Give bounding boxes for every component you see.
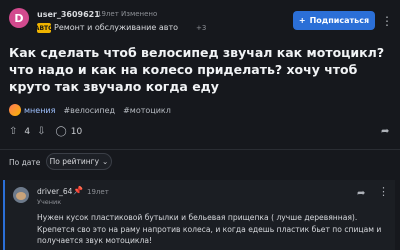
author-username[interactable]: user_3609621 bbox=[37, 10, 100, 19]
pin-icon: 📌 bbox=[73, 186, 83, 195]
tag-mneniya-label: мнения bbox=[24, 105, 56, 115]
answer-author-age: 19лет bbox=[87, 188, 109, 196]
tag-list: мнения #велосипед #мотоцикл bbox=[9, 104, 171, 116]
comment-icon: ◯ bbox=[55, 126, 67, 137]
comments-count: 10 bbox=[70, 126, 83, 137]
post-actions: ⇧ 4 ⇩ ◯ 10 bbox=[9, 126, 82, 137]
tag-bicycle[interactable]: #велосипед bbox=[63, 106, 115, 115]
category-icon: АВТО bbox=[34, 23, 54, 33]
category-link[interactable]: Ремонт и обслуживание авто bbox=[54, 23, 178, 32]
sort-by-rating-dropdown[interactable]: По рейтингу ⌄ bbox=[46, 153, 112, 170]
comments-button[interactable]: ◯ 10 bbox=[56, 126, 83, 137]
vote-control: ⇧ 4 ⇩ bbox=[9, 126, 46, 137]
subscribe-label: Подписаться bbox=[309, 16, 370, 25]
answer-author-avatar[interactable] bbox=[13, 187, 29, 203]
share-icon[interactable]: ➦ bbox=[381, 126, 389, 137]
plus-icon: + bbox=[298, 16, 306, 25]
more-categories-count[interactable]: +3 bbox=[196, 24, 206, 32]
answer-more-options-icon[interactable]: ⋮ bbox=[378, 185, 389, 198]
author-avatar[interactable]: D bbox=[9, 8, 29, 28]
answer-share-icon[interactable]: ➦ bbox=[357, 188, 365, 199]
answer-text: Нужен кусок пластиковой бутылки и бельев… bbox=[37, 213, 382, 245]
answer-author-rank: Ученик bbox=[37, 198, 62, 206]
subscribe-button[interactable]: + Подписаться bbox=[293, 11, 375, 30]
divider bbox=[0, 149, 400, 150]
sort-by-date[interactable]: По дате bbox=[9, 158, 40, 167]
tag-motorcycle[interactable]: #мотоцикл bbox=[123, 106, 171, 115]
opinions-icon bbox=[9, 104, 21, 116]
answer-author-name[interactable]: driver_64 bbox=[37, 187, 72, 196]
more-options-icon[interactable]: ⋮ bbox=[381, 12, 393, 30]
vote-count: 4 bbox=[24, 126, 31, 137]
tag-mneniya[interactable]: мнения bbox=[9, 104, 55, 116]
sort-selected-label: По рейтингу bbox=[49, 157, 100, 166]
chevron-down-icon: ⌄ bbox=[102, 157, 109, 166]
arrow-up-icon[interactable]: ⇧ bbox=[9, 126, 17, 137]
post-meta: 19лет Изменено bbox=[97, 10, 158, 18]
arrow-down-icon[interactable]: ⇩ bbox=[37, 126, 45, 137]
question-title: Как сделать чтоб велосипед звучал как мо… bbox=[9, 45, 385, 94]
